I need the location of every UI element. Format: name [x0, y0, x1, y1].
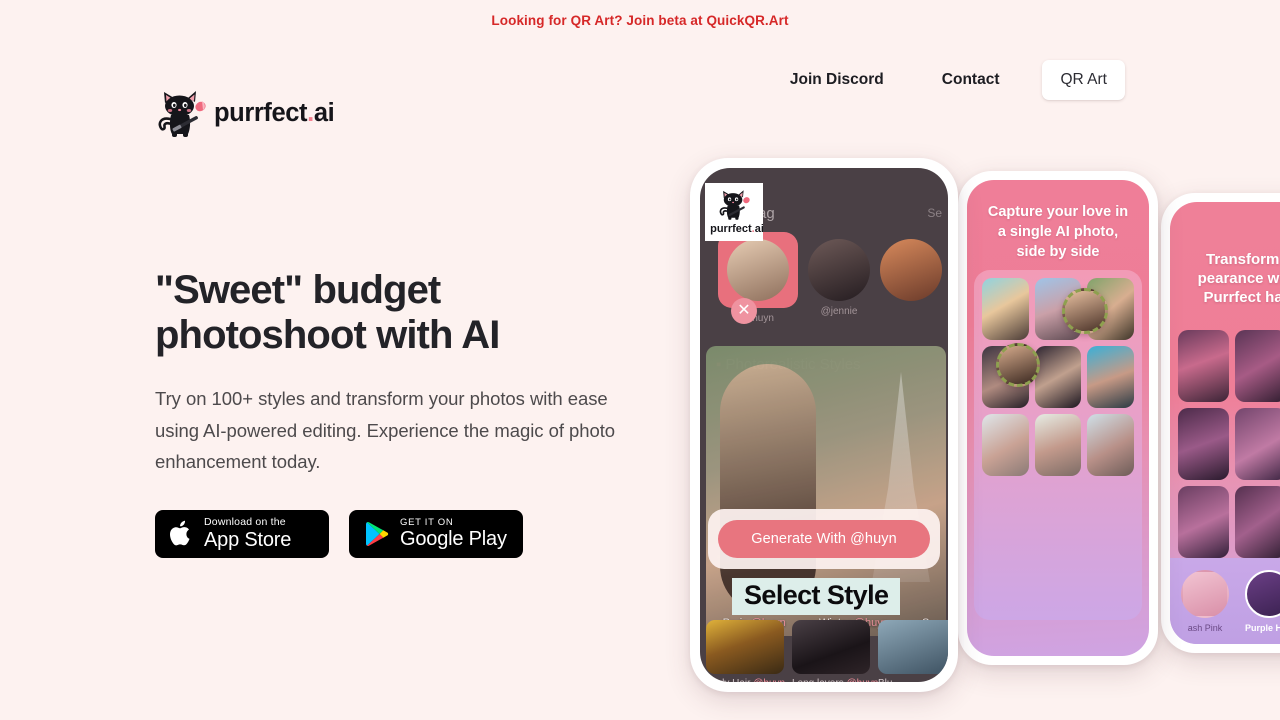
phone-mockups: Transform your pearance with rea Purrfec…: [0, 0, 1280, 720]
style-option-label: ash Pink: [1187, 622, 1223, 633]
style-thumbnail: [878, 620, 948, 674]
style-thumbnail: [792, 620, 870, 674]
style-avatar: [1245, 569, 1280, 618]
photo-thumbnail[interactable]: [1034, 414, 1082, 476]
photo-thumbnail[interactable]: [1235, 330, 1280, 402]
style-option-label: Purple Hair: [1244, 622, 1280, 633]
phone1-generate-panel: Generate With @huyn: [708, 509, 940, 569]
phone-mockup-couple: Capture your love in a single AI photo, …: [958, 171, 1158, 665]
photo-thumbnail[interactable]: [1087, 414, 1134, 476]
photo-thumbnail[interactable]: [1235, 486, 1280, 558]
style-card-label: Curly Hair @huyn: [706, 678, 785, 682]
phone2-heading-line-3: side by side: [1016, 244, 1100, 260]
style-card[interactable]: Curly Hair @huyn: [706, 620, 785, 682]
phone1-style-row: Curly Hair @huyn Long layers @huyn Blu: [706, 620, 948, 682]
avatar: [727, 239, 789, 301]
preview-subject: [720, 364, 816, 614]
generate-button[interactable]: Generate With @huyn: [718, 520, 930, 558]
photo-thumbnail[interactable]: [1235, 408, 1280, 480]
phone2-heading-line-1: Capture your love in: [987, 204, 1129, 220]
avatar-item-selected[interactable]: @huyn: [718, 232, 798, 324]
phone3-heading-line-1: Transform your: [1205, 251, 1280, 268]
style-card[interactable]: Blu: [878, 620, 948, 682]
photo-thumbnail[interactable]: [1087, 346, 1134, 408]
photo-thumbnail[interactable]: [1034, 346, 1082, 408]
phone3-heading-line-3: Purrfect hairstyl: [1203, 289, 1280, 306]
photo-thumbnail[interactable]: [982, 278, 1029, 340]
avatar-selected-frame: [718, 232, 798, 308]
phone1-logo-badge: purrfect.ai: [705, 183, 763, 241]
phone2-photo-card: [974, 270, 1142, 620]
face-cutout: [1062, 288, 1108, 334]
photo-thumbnail[interactable]: [1178, 486, 1230, 558]
phone3-heading: Transform your pearance with rea Purrfec…: [1170, 250, 1280, 307]
avatar-item[interactable]: @jennie: [808, 232, 870, 324]
photo-thumbnail[interactable]: [982, 414, 1029, 476]
close-icon[interactable]: ✕: [731, 298, 757, 324]
phone1-top-right-label: Se: [927, 206, 942, 220]
select-style-overlay: Select Style: [732, 578, 901, 615]
phone1-screen: our tag Se @huyn @jennie: [700, 168, 948, 682]
phone3-style-picker: ash Pink Purple Hair Pe: [1170, 558, 1280, 644]
style-thumbnail: [706, 620, 784, 674]
photo-thumbnail[interactable]: [1178, 330, 1230, 402]
cat-paintbrush-logo-icon: [719, 190, 750, 220]
phone3-photo-grid: [1178, 330, 1280, 558]
style-option[interactable]: ash Pink: [1178, 569, 1232, 633]
phone2-heading: Capture your love in a single AI photo, …: [967, 202, 1149, 262]
style-card-label: Long layers @huyn: [792, 678, 878, 682]
style-option-selected[interactable]: Purple Hair: [1242, 569, 1280, 633]
phone3-screen: Transform your pearance with rea Purrfec…: [1170, 202, 1280, 644]
style-avatar: [1181, 569, 1229, 618]
landing-page: Looking for QR Art? Join beta at QuickQR…: [0, 0, 1280, 720]
photo-thumbnail[interactable]: [1178, 408, 1230, 480]
phone3-heading-line-2: pearance with rea: [1197, 270, 1280, 287]
phone2-heading-line-2: a single AI photo,: [997, 224, 1119, 240]
avatar-tag: @huyn: [742, 313, 774, 324]
phone2-screen: Capture your love in a single AI photo, …: [967, 180, 1149, 656]
avatar-tag: @jennie: [820, 306, 858, 317]
phone-mockup-style-picker: our tag Se @huyn @jennie: [690, 158, 958, 692]
face-cutout: [996, 343, 1040, 387]
style-card-label: Blu: [878, 678, 948, 682]
phone1-logo-badge-text: purrfect.ai: [710, 223, 763, 235]
avatar: [808, 239, 870, 301]
avatar-item[interactable]: [880, 232, 942, 324]
avatar: [880, 239, 942, 301]
phone-mockup-hairstyle: Transform your pearance with rea Purrfec…: [1161, 193, 1280, 653]
style-card[interactable]: Long layers @huyn: [792, 620, 878, 682]
